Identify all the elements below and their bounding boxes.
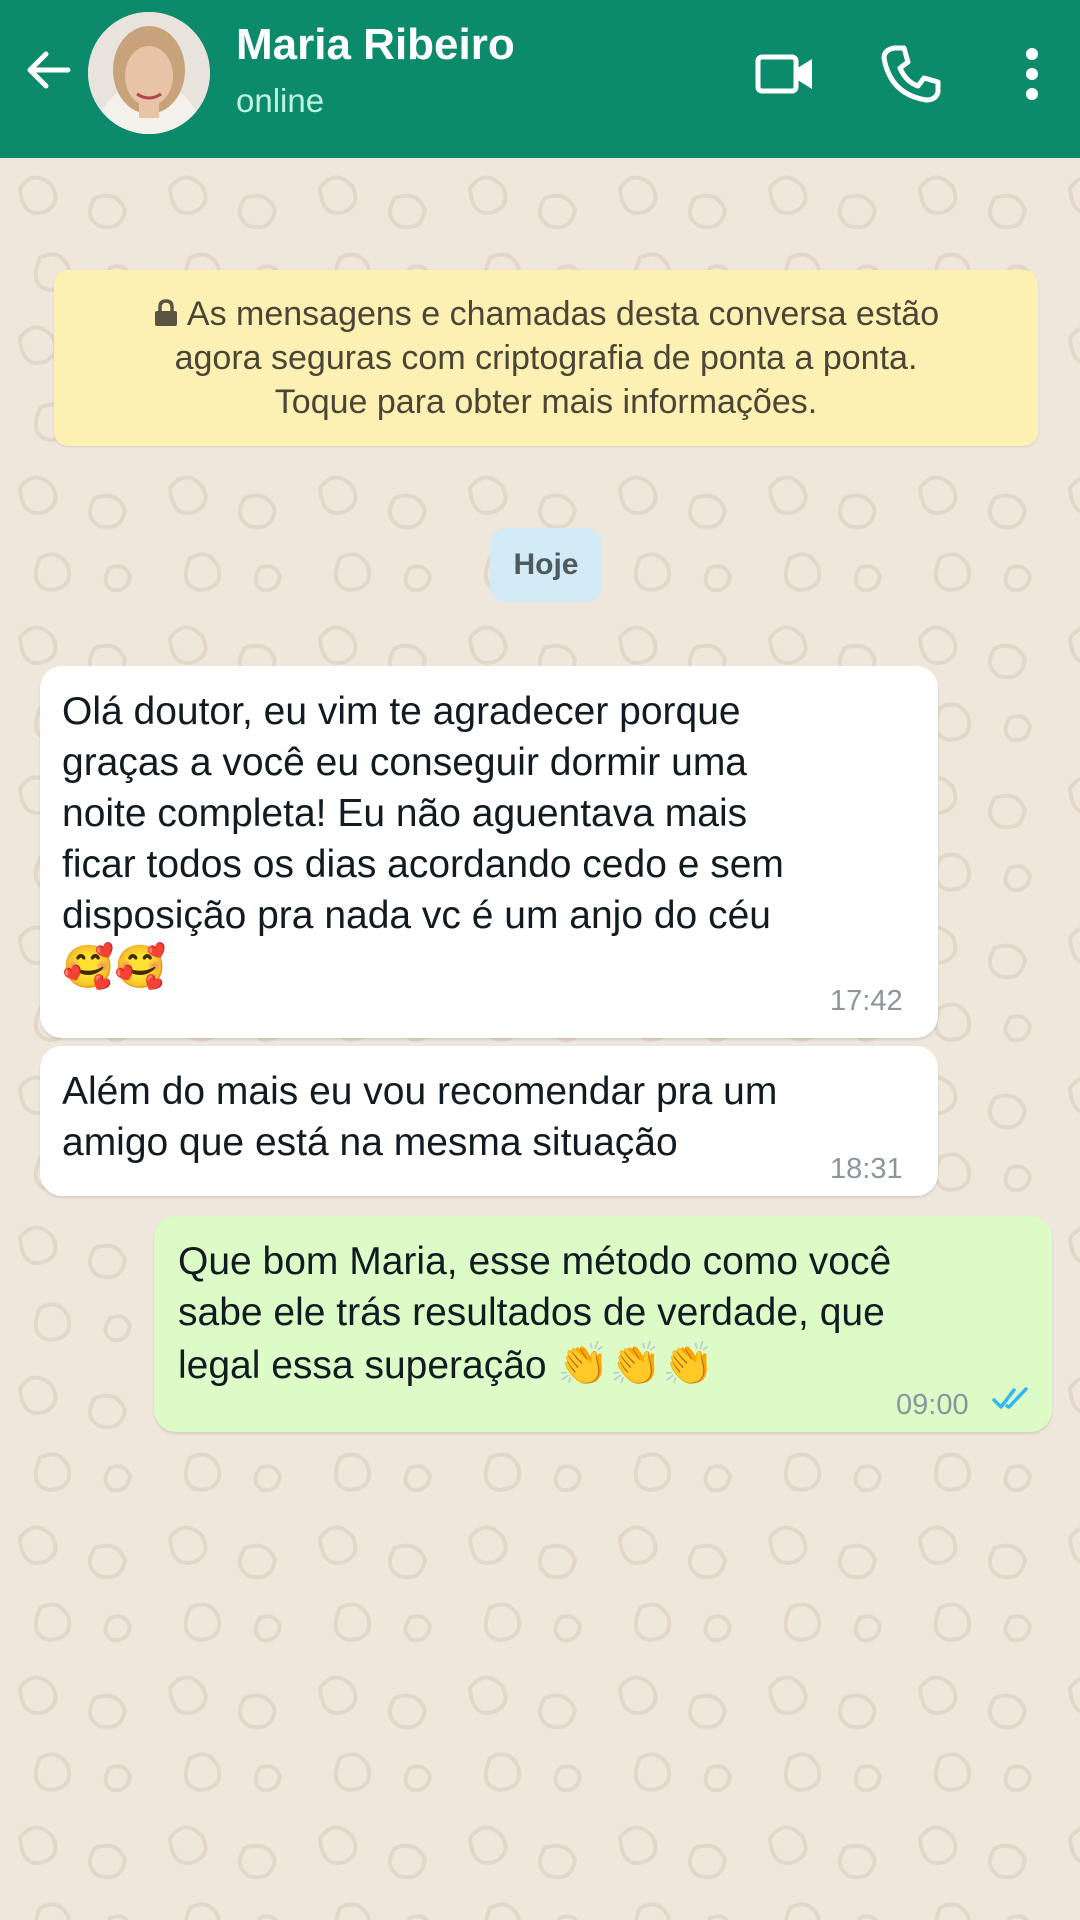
- voice-call-icon[interactable]: [876, 40, 944, 108]
- message-line: legal essa superação 👏👏👏: [178, 1338, 891, 1391]
- smiling-face-with-hearts-emoji: 🥰🥰: [62, 942, 167, 991]
- message-text: Além do mais eu vou recomendar pra um am…: [62, 1066, 777, 1168]
- encryption-notice-line-1: As mensagens e chamadas desta conversa e…: [54, 292, 1038, 336]
- date-separator: Hoje: [490, 528, 602, 602]
- message-timestamp: 09:00: [896, 1389, 969, 1421]
- chat-area[interactable]: As mensagens e chamadas desta conversa e…: [0, 158, 1080, 1920]
- message-line: sabe ele trás resultados de verdade, que: [178, 1291, 885, 1334]
- message-line: ficar todos os dias acordando cedo e sem: [62, 843, 784, 886]
- message-line: Além do mais eu vou recomendar pra um: [62, 1070, 778, 1113]
- contact-name[interactable]: Maria Ribeiro: [236, 20, 515, 70]
- encryption-notice[interactable]: As mensagens e chamadas desta conversa e…: [54, 270, 1038, 446]
- video-call-icon[interactable]: [752, 40, 820, 108]
- clapping-hands-emoji: 👏👏👏: [557, 1339, 715, 1388]
- double-check-read-icon: [992, 1387, 1028, 1409]
- encryption-notice-text-1: As mensagens e chamadas desta conversa e…: [186, 295, 940, 333]
- contact-status: online: [236, 82, 325, 119]
- avatar[interactable]: [88, 12, 210, 134]
- message-line: Olá doutor, eu vim te agradecer porque: [62, 690, 741, 733]
- message-line: Que bom Maria, esse método como você: [178, 1240, 892, 1283]
- encryption-notice-line-3: Toque para obter mais informações.: [274, 383, 818, 421]
- message-line: noite completa! Eu não aguentava mais: [62, 792, 748, 835]
- message-line: graças a você eu conseguir dormir uma: [62, 741, 747, 784]
- message-text: Olá doutor, eu vim te agradecer porque g…: [62, 686, 784, 992]
- message-timestamp: 17:42: [830, 985, 903, 1017]
- encryption-notice-line-2: agora seguras com criptografia de ponta …: [174, 339, 918, 377]
- chat-header: Maria Ribeiro online: [0, 0, 1080, 158]
- message-line: disposição pra nada vc é um anjo do céu: [62, 894, 771, 937]
- message-line-text: legal essa superação: [178, 1344, 547, 1387]
- more-options-icon[interactable]: [1000, 40, 1060, 108]
- message-text: Que bom Maria, esse método como você sab…: [178, 1236, 891, 1391]
- message-timestamp: 18:31: [830, 1153, 903, 1185]
- message-bubble-outgoing[interactable]: Que bom Maria, esse método como você sab…: [154, 1216, 1052, 1432]
- message-bubble-incoming[interactable]: Olá doutor, eu vim te agradecer porque g…: [40, 666, 938, 1038]
- message-bubble-incoming[interactable]: Além do mais eu vou recomendar pra um am…: [40, 1046, 938, 1196]
- lock-icon: [154, 299, 177, 326]
- back-arrow-icon[interactable]: [22, 44, 74, 96]
- message-line: amigo que está na mesma situação: [62, 1121, 678, 1164]
